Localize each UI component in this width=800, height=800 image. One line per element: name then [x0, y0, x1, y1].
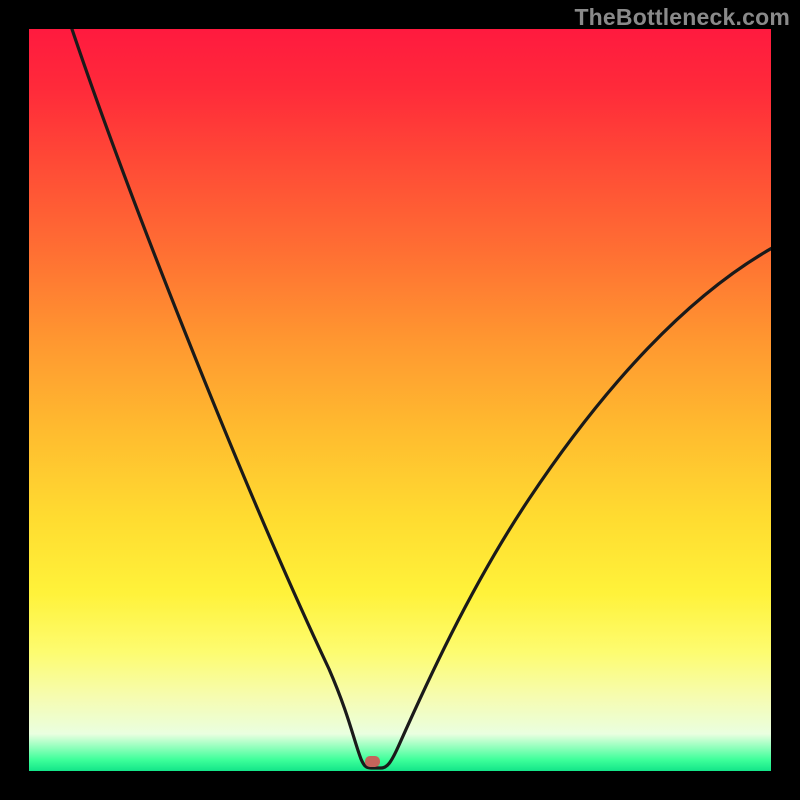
watermark-text: TheBottleneck.com [574, 4, 790, 31]
optimum-marker [365, 756, 380, 767]
chart-frame: TheBottleneck.com [0, 0, 800, 800]
bottleneck-curve [29, 29, 771, 771]
curve-path [62, 29, 771, 768]
chart-plot-area [29, 29, 771, 771]
